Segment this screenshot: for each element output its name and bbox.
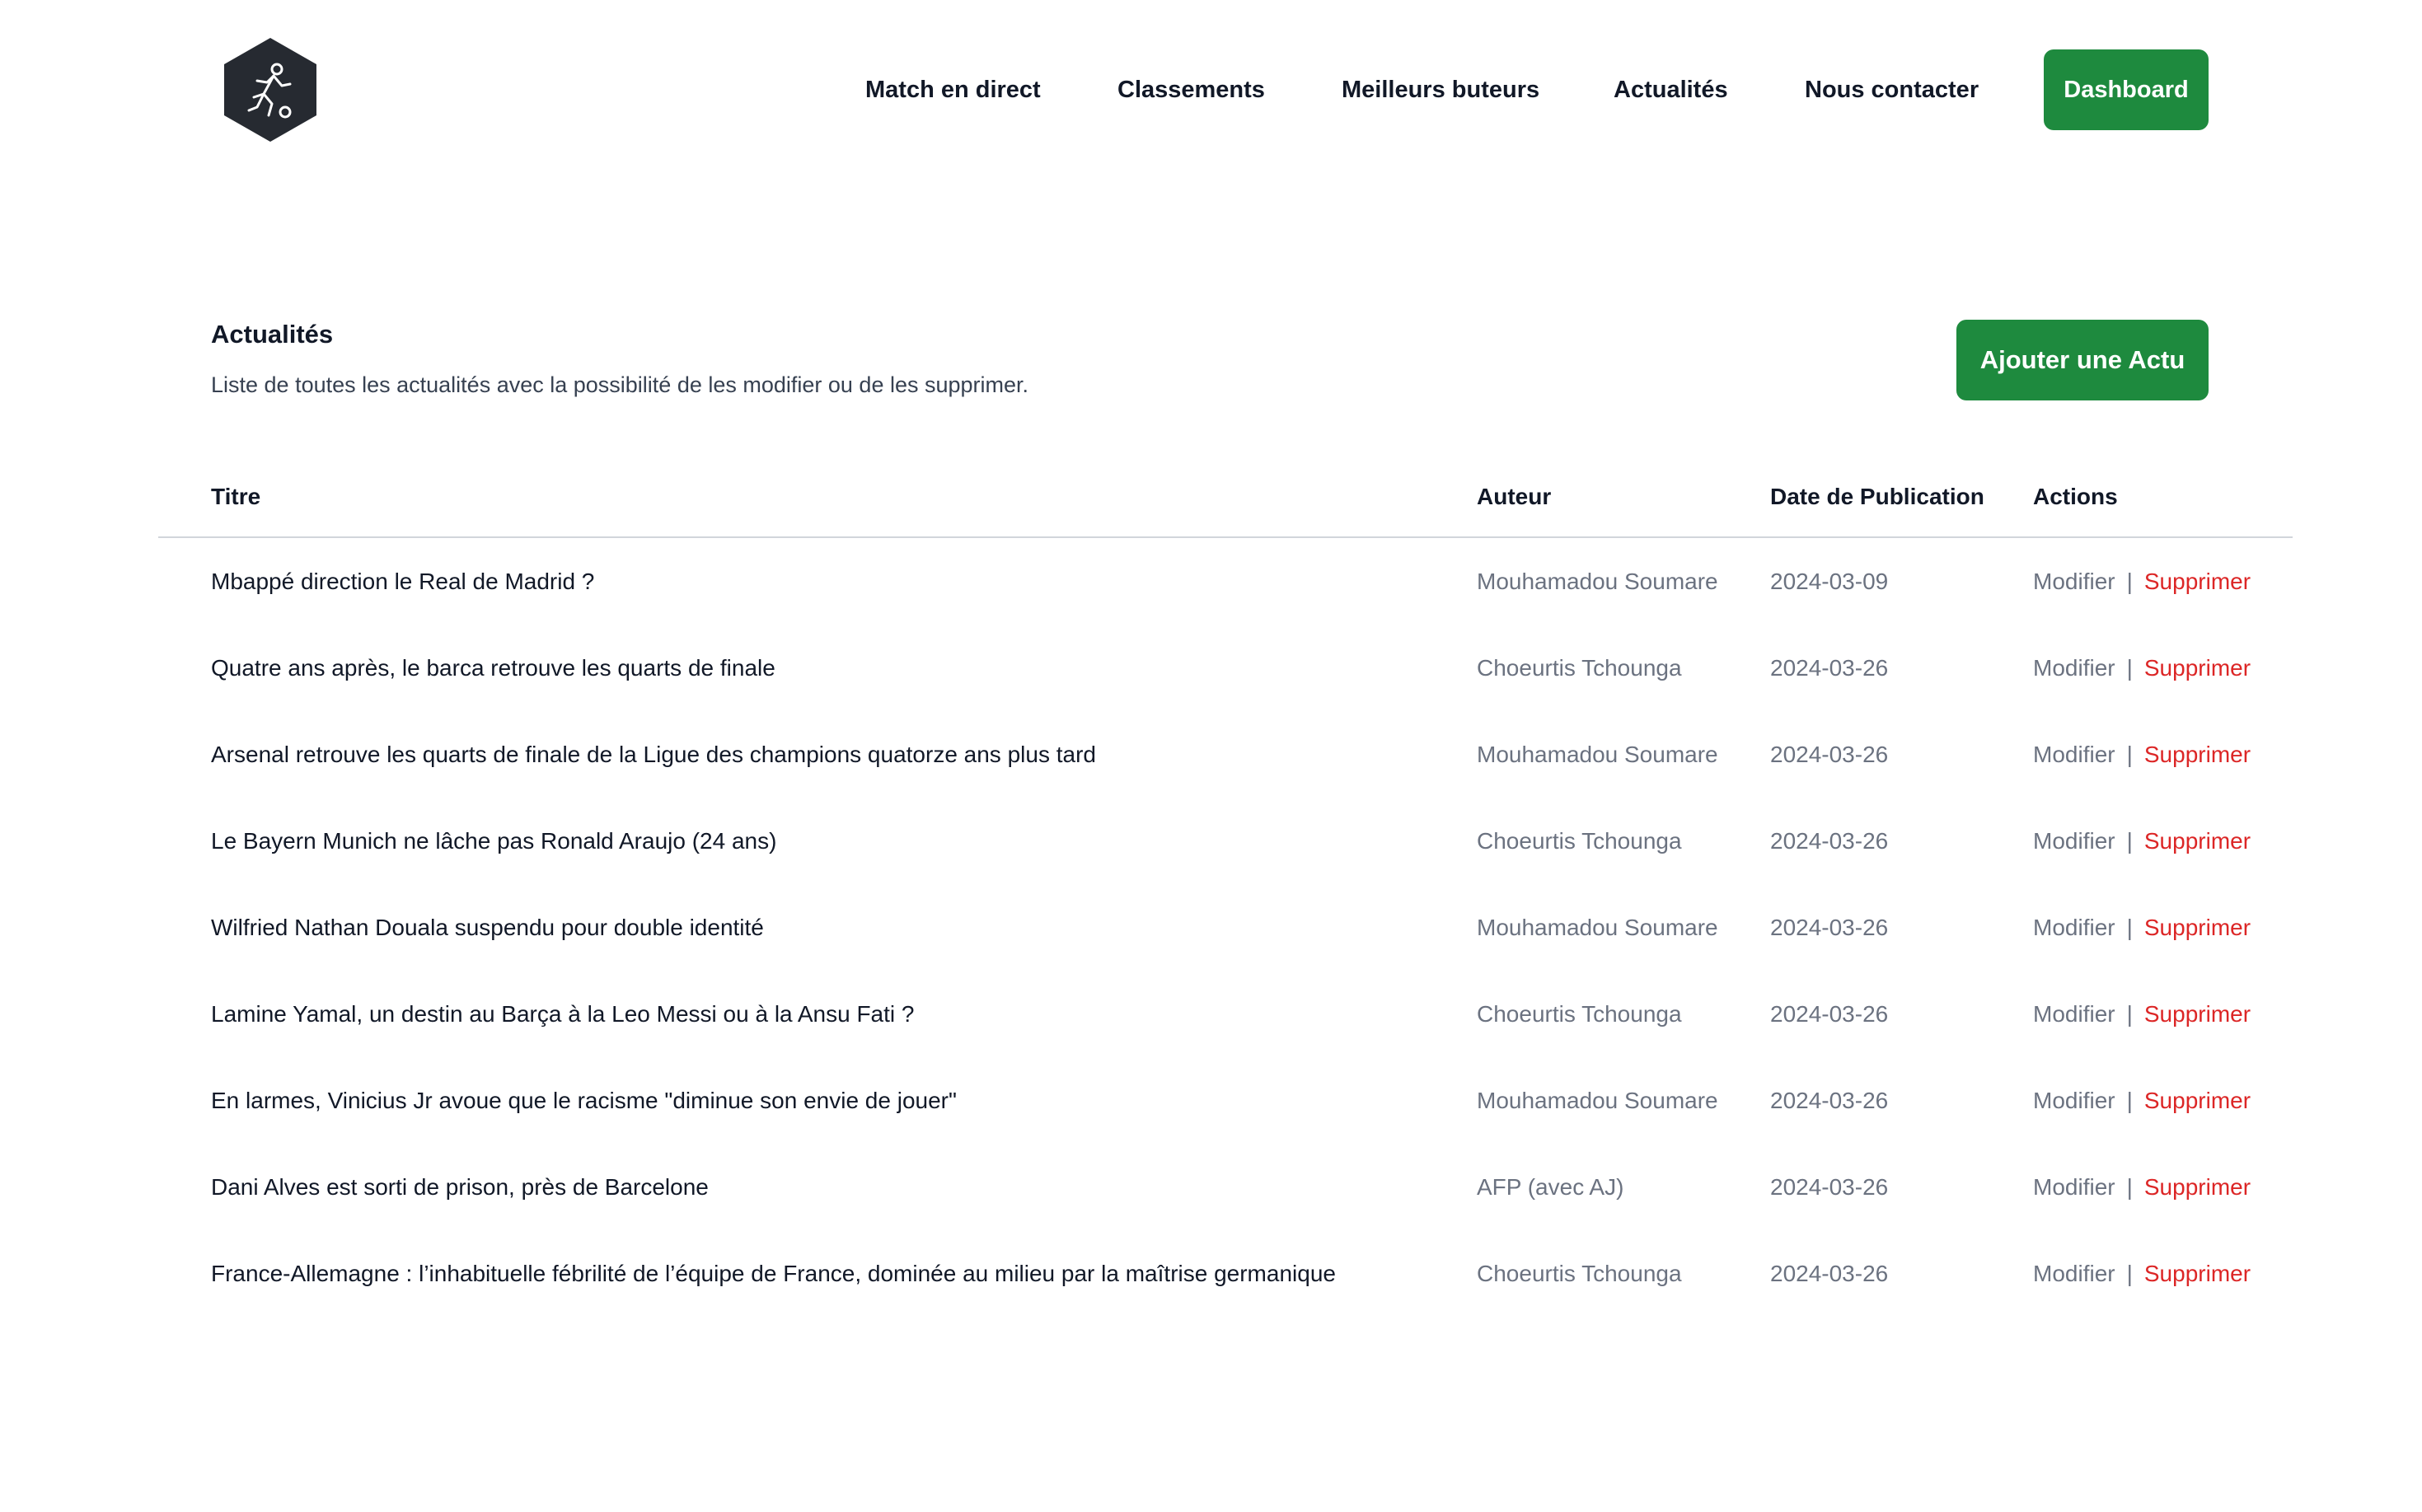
action-separator: | xyxy=(2126,1088,2133,1113)
delete-link[interactable]: Supprimer xyxy=(2144,828,2251,854)
table-header: Titre Auteur Date de Publication Actions xyxy=(158,470,2293,538)
news-author: Choeurtis Tchounga xyxy=(1477,1001,1682,1027)
news-title: Arsenal retrouve les quarts de finale de… xyxy=(211,742,1096,767)
news-author: Mouhamadou Soumare xyxy=(1477,569,1718,594)
edit-link[interactable]: Modifier xyxy=(2033,1174,2115,1200)
edit-link[interactable]: Modifier xyxy=(2033,1088,2115,1113)
action-separator: | xyxy=(2126,655,2133,681)
action-separator: | xyxy=(2126,742,2133,767)
row-actions: Modifier | Supprimer xyxy=(2033,538,2251,625)
news-date: 2024-03-26 xyxy=(1770,1001,1889,1027)
soccer-player-icon xyxy=(224,38,316,142)
delete-link[interactable]: Supprimer xyxy=(2144,915,2251,940)
delete-link[interactable]: Supprimer xyxy=(2144,1088,2251,1113)
page-description: Liste de toutes les actualités avec la p… xyxy=(211,372,1029,397)
column-header-date: Date de Publication xyxy=(1770,484,1984,509)
news-title: Lamine Yamal, un destin au Barça à la Le… xyxy=(211,1001,915,1027)
delete-link[interactable]: Supprimer xyxy=(2144,742,2251,767)
table-row: Lamine Yamal, un destin au Barça à la Le… xyxy=(158,971,2293,1057)
row-actions: Modifier | Supprimer xyxy=(2033,1057,2251,1144)
action-separator: | xyxy=(2126,828,2133,854)
nav-link-nous-contacter[interactable]: Nous contacter xyxy=(1805,49,1979,130)
table-row: Le Bayern Munich ne lâche pas Ronald Ara… xyxy=(158,798,2293,884)
column-header-actions: Actions xyxy=(2033,484,2118,509)
delete-link[interactable]: Supprimer xyxy=(2144,1261,2251,1286)
edit-link[interactable]: Modifier xyxy=(2033,655,2115,681)
news-author: Mouhamadou Soumare xyxy=(1477,742,1718,767)
news-author: Choeurtis Tchounga xyxy=(1477,828,1682,854)
nav-link-actualites[interactable]: Actualités xyxy=(1614,49,1728,130)
action-separator: | xyxy=(2126,1001,2133,1027)
nav-link-classements[interactable]: Classements xyxy=(1117,49,1265,130)
table-row: Mbappé direction le Real de Madrid ? Mouh… xyxy=(158,538,2293,625)
delete-link[interactable]: Supprimer xyxy=(2144,569,2251,594)
news-author: Choeurtis Tchounga xyxy=(1477,1261,1682,1286)
site-logo[interactable] xyxy=(221,36,320,143)
news-date: 2024-03-09 xyxy=(1770,569,1889,594)
news-date: 2024-03-26 xyxy=(1770,915,1889,940)
news-date: 2024-03-26 xyxy=(1770,828,1889,854)
row-actions: Modifier | Supprimer xyxy=(2033,971,2251,1057)
row-actions: Modifier | Supprimer xyxy=(2033,1230,2251,1317)
page: Match en direct Classements Meilleurs bu… xyxy=(0,0,2422,1512)
page-title: Actualités xyxy=(211,320,334,349)
row-actions: Modifier | Supprimer xyxy=(2033,711,2251,798)
row-actions: Modifier | Supprimer xyxy=(2033,884,2251,971)
news-title: Le Bayern Munich ne lâche pas Ronald Ara… xyxy=(211,828,777,854)
column-header-author: Auteur xyxy=(1477,484,1552,509)
row-actions: Modifier | Supprimer xyxy=(2033,1144,2251,1230)
news-date: 2024-03-26 xyxy=(1770,1261,1889,1286)
news-title: Quatre ans après, le barca retrouve les … xyxy=(211,655,775,681)
news-date: 2024-03-26 xyxy=(1770,1088,1889,1113)
news-title: France-Allemagne : l’inhabituelle fébril… xyxy=(211,1261,1336,1286)
action-separator: | xyxy=(2126,1174,2133,1200)
news-title: Wilfried Nathan Douala suspendu pour dou… xyxy=(211,915,764,940)
news-date: 2024-03-26 xyxy=(1770,655,1889,681)
add-news-button[interactable]: Ajouter une Actu xyxy=(1956,320,2209,400)
edit-link[interactable]: Modifier xyxy=(2033,1001,2115,1027)
table-row: Wilfried Nathan Douala suspendu pour dou… xyxy=(158,884,2293,971)
table-row: France-Allemagne : l’inhabituelle fébril… xyxy=(158,1230,2293,1317)
news-author: Choeurtis Tchounga xyxy=(1477,655,1682,681)
news-title: En larmes, Vinicius Jr avoue que le raci… xyxy=(211,1088,957,1113)
edit-link[interactable]: Modifier xyxy=(2033,828,2115,854)
edit-link[interactable]: Modifier xyxy=(2033,742,2115,767)
news-title: Dani Alves est sorti de prison, près de … xyxy=(211,1174,709,1200)
nav-link-meilleurs-buteurs[interactable]: Meilleurs buteurs xyxy=(1342,49,1539,130)
table-row: Dani Alves est sorti de prison, près de … xyxy=(158,1144,2293,1230)
delete-link[interactable]: Supprimer xyxy=(2144,1174,2251,1200)
action-separator: | xyxy=(2126,569,2133,594)
action-separator: | xyxy=(2126,915,2133,940)
table-row: Quatre ans après, le barca retrouve les … xyxy=(158,625,2293,711)
news-title: Mbappé direction le Real de Madrid ? xyxy=(211,569,595,594)
news-date: 2024-03-26 xyxy=(1770,1174,1889,1200)
row-actions: Modifier | Supprimer xyxy=(2033,625,2251,711)
column-header-title: Titre xyxy=(211,484,261,509)
edit-link[interactable]: Modifier xyxy=(2033,915,2115,940)
row-actions: Modifier | Supprimer xyxy=(2033,798,2251,884)
site-header: Match en direct Classements Meilleurs bu… xyxy=(0,0,2422,181)
edit-link[interactable]: Modifier xyxy=(2033,569,2115,594)
table-row: Arsenal retrouve les quarts de finale de… xyxy=(158,711,2293,798)
delete-link[interactable]: Supprimer xyxy=(2144,655,2251,681)
action-separator: | xyxy=(2126,1261,2133,1286)
edit-link[interactable]: Modifier xyxy=(2033,1261,2115,1286)
delete-link[interactable]: Supprimer xyxy=(2144,1001,2251,1027)
news-date: 2024-03-26 xyxy=(1770,742,1889,767)
news-table: Titre Auteur Date de Publication Actions… xyxy=(158,470,2293,1317)
news-author: Mouhamadou Soumare xyxy=(1477,1088,1718,1113)
nav-link-match-en-direct[interactable]: Match en direct xyxy=(865,49,1041,130)
table-row: En larmes, Vinicius Jr avoue que le raci… xyxy=(158,1057,2293,1144)
dashboard-button[interactable]: Dashboard xyxy=(2044,49,2209,130)
news-author: AFP (avec AJ) xyxy=(1477,1174,1624,1200)
news-author: Mouhamadou Soumare xyxy=(1477,915,1718,940)
table-body: Mbappé direction le Real de Madrid ? Mouh… xyxy=(158,538,2293,1317)
